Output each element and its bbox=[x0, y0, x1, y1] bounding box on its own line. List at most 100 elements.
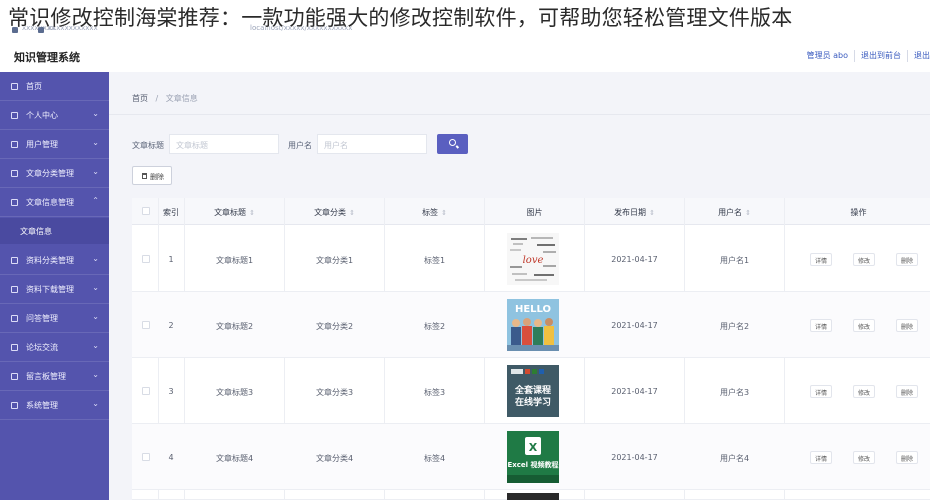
cell-index: 3 bbox=[168, 387, 174, 396]
sidebar-item-material-category[interactable]: 资料分类管理 ⌄ bbox=[0, 246, 109, 275]
sidebar-item-label: 论坛交流 bbox=[26, 343, 58, 352]
cell-date: 2021-04-17 bbox=[611, 453, 658, 462]
sidebar-item-label: 首页 bbox=[26, 82, 42, 91]
article-image-people[interactable]: HELLO bbox=[507, 299, 559, 351]
title-search-input[interactable]: 文章标题 bbox=[169, 134, 279, 154]
username-search-placeholder: 用户名 bbox=[324, 141, 348, 150]
sidebar-item-article-info[interactable]: 文章信息管理 ⌃ bbox=[0, 188, 109, 217]
cell-username: 用户名3 bbox=[719, 388, 750, 397]
home-icon bbox=[11, 83, 18, 90]
sidebar-item-label: 系统管理 bbox=[26, 401, 58, 410]
users-icon bbox=[11, 141, 18, 148]
batch-delete-label: 删除 bbox=[150, 173, 164, 181]
office-course-image: 全套课程 在线学习 bbox=[507, 365, 559, 417]
sidebar-item-label: 用户管理 bbox=[26, 140, 58, 149]
sidebar-item-system[interactable]: 系统管理 ⌄ bbox=[0, 391, 109, 420]
sidebar-item-label: 问答管理 bbox=[26, 314, 58, 323]
article-image-office-course[interactable]: 全套课程 在线学习 bbox=[507, 365, 559, 417]
article-image-partial[interactable] bbox=[507, 493, 559, 500]
title-filter-label: 文章标题 bbox=[132, 141, 164, 150]
cell-username: 用户名2 bbox=[719, 322, 750, 331]
trash-icon bbox=[142, 173, 147, 179]
chevron-down-icon: ⌄ bbox=[92, 138, 99, 147]
column-header-label: 文章分类 bbox=[314, 208, 347, 217]
divider bbox=[109, 114, 930, 115]
sidebar-subitem-article-info[interactable]: 文章信息 bbox=[0, 218, 109, 244]
column-header-category[interactable]: 文章分类 ⇕ bbox=[287, 207, 382, 218]
admin-user-link[interactable]: 管理员 abo bbox=[801, 50, 848, 62]
main-content: 首页 / 文章信息 文章标题 文章标题 用户名 用户名 删除 索引 文章标题 ⇕ … bbox=[109, 72, 930, 500]
logout-link[interactable]: 退出 bbox=[907, 50, 930, 62]
delete-button[interactable]: 删除 bbox=[896, 451, 919, 464]
delete-button[interactable]: 删除 bbox=[896, 319, 919, 332]
sidebar-item-personal-center[interactable]: 个人中心 ⌄ bbox=[0, 101, 109, 130]
forum-icon bbox=[11, 344, 18, 351]
edit-button[interactable]: 修改 bbox=[853, 253, 876, 266]
detail-button[interactable]: 详情 bbox=[810, 385, 833, 398]
cell-index: 1 bbox=[168, 255, 174, 264]
chevron-down-icon: ⌄ bbox=[92, 283, 99, 292]
app-window: 常识修改控制海棠推荐：一款功能强大的修改控制软件，可帮助您轻松管理文件版本 xx… bbox=[0, 0, 930, 500]
detail-button[interactable]: 详情 bbox=[810, 319, 833, 332]
grid-icon bbox=[11, 257, 18, 264]
column-header-tag[interactable]: 标签 ⇕ bbox=[387, 207, 482, 218]
edit-button[interactable]: 修改 bbox=[853, 385, 876, 398]
sidebar-item-home[interactable]: 首页 bbox=[0, 72, 109, 101]
sidebar-item-article-category[interactable]: 文章分类管理 ⌄ bbox=[0, 159, 109, 188]
sidebar-item-label: 文章分类管理 bbox=[26, 169, 74, 178]
detail-button[interactable]: 详情 bbox=[810, 451, 833, 464]
search-button[interactable] bbox=[437, 134, 468, 154]
chevron-down-icon: ⌄ bbox=[92, 399, 99, 408]
row-checkbox[interactable] bbox=[142, 321, 150, 329]
detail-button[interactable]: 详情 bbox=[810, 253, 833, 266]
sidebar-item-label: 资料分类管理 bbox=[26, 256, 74, 265]
user-icon bbox=[11, 112, 18, 119]
edit-button[interactable]: 修改 bbox=[853, 319, 876, 332]
column-header-label: 文章标题 bbox=[214, 208, 247, 217]
table-row: 1 文章标题1 文章分类1 标签1 love 2021-04-17 用户名1 详… bbox=[132, 226, 930, 292]
select-all-checkbox[interactable] bbox=[142, 207, 150, 215]
thumb-text: HELLO bbox=[515, 304, 551, 315]
sidebar-item-material-download[interactable]: 资料下载管理 ⌄ bbox=[0, 275, 109, 304]
column-header-date[interactable]: 发布日期 ⇕ bbox=[587, 207, 682, 218]
chevron-down-icon: ⌄ bbox=[92, 167, 99, 176]
column-header-title[interactable]: 文章标题 ⇕ bbox=[187, 207, 282, 218]
table-header: 索引 文章标题 ⇕ 文章分类 ⇕ 标签 ⇕ 图片 发布日期 ⇕ 用户名 ⇕ 操作 bbox=[132, 198, 930, 225]
batch-delete-button[interactable]: 删除 bbox=[132, 166, 172, 185]
cell-date: 2021-04-17 bbox=[611, 387, 658, 396]
row-checkbox[interactable] bbox=[142, 255, 150, 263]
username-search-input[interactable]: 用户名 bbox=[317, 134, 427, 154]
chevron-down-icon: ⌄ bbox=[92, 312, 99, 321]
chevron-down-icon: ⌄ bbox=[92, 254, 99, 263]
user-filter-label: 用户名 bbox=[288, 141, 312, 150]
cell-tag: 标签3 bbox=[423, 388, 446, 397]
thumb-text-line1: 全套课程 bbox=[514, 384, 551, 396]
sidebar-item-label: 留言板管理 bbox=[26, 372, 66, 381]
row-checkbox[interactable] bbox=[142, 387, 150, 395]
cell-username: 用户名1 bbox=[719, 256, 750, 265]
thumb-text: love bbox=[523, 255, 544, 266]
sidebar-item-user-management[interactable]: 用户管理 ⌄ bbox=[0, 130, 109, 159]
edit-button[interactable]: 修改 bbox=[853, 451, 876, 464]
sidebar-item-qa[interactable]: 问答管理 ⌄ bbox=[0, 304, 109, 333]
overlay-banner-text: 常识修改控制海棠推荐：一款功能强大的修改控制软件，可帮助您轻松管理文件版本 bbox=[8, 6, 793, 30]
column-header-username[interactable]: 用户名 ⇕ bbox=[687, 207, 782, 218]
article-image-excel-course[interactable]: X Excel 视频教程 bbox=[507, 431, 559, 483]
delete-button[interactable]: 删除 bbox=[896, 253, 919, 266]
breadcrumb: 首页 / 文章信息 bbox=[132, 93, 198, 104]
sort-icon: ⇕ bbox=[249, 209, 255, 217]
sort-icon: ⇕ bbox=[649, 209, 655, 217]
sidebar-item-message-board[interactable]: 留言板管理 ⌄ bbox=[0, 362, 109, 391]
exit-to-frontend-link[interactable]: 退出到前台 bbox=[854, 50, 901, 62]
breadcrumb-home[interactable]: 首页 bbox=[132, 94, 148, 103]
delete-button[interactable]: 删除 bbox=[896, 385, 919, 398]
sort-icon: ⇕ bbox=[441, 209, 447, 217]
article-image-wordcloud[interactable]: love bbox=[507, 233, 559, 285]
thumb-text: Excel 视频教程 bbox=[507, 460, 558, 469]
table-row: 4 文章标题4 文章分类4 标签4 X Excel 视频教程 2021-04-1… bbox=[132, 424, 930, 490]
cell-tag: 标签4 bbox=[423, 454, 446, 463]
row-checkbox[interactable] bbox=[142, 453, 150, 461]
table-row: 2 文章标题2 文章分类2 标签2 HELLO 2021-04-17 用户名2 … bbox=[132, 292, 930, 358]
sidebar-item-forum[interactable]: 论坛交流 ⌄ bbox=[0, 333, 109, 362]
doc-icon bbox=[11, 199, 18, 206]
